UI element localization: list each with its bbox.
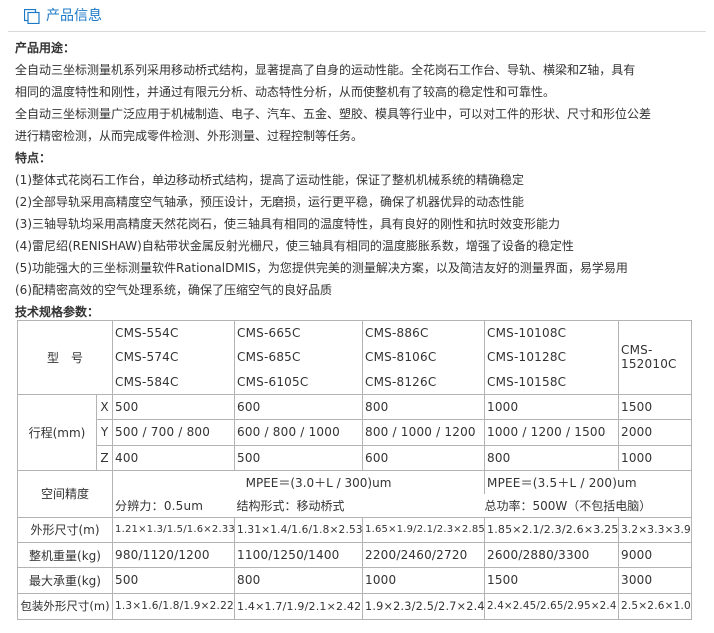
value-cell: 1.21×1.3/1.5/1.6×2.33 [112, 516, 236, 543]
row-label: 包装外形尺寸(m) [16, 592, 114, 621]
value-cell: 1500 [484, 567, 620, 594]
structure-text: 结构形式：移动桥式 [234, 493, 485, 518]
travel-cell: 1000 [484, 393, 620, 421]
feature-item: (2)全部导轨采用高精度空气轴承，预压设计，无磨损，运行更平稳，确保了机器优异的… [15, 195, 525, 209]
section-header: 产品信息 [0, 0, 714, 34]
features-heading: 特点： [15, 151, 52, 165]
value-cell: 800 [234, 567, 364, 594]
model-row: CMS-574C CMS-685C CMS-8106C CMS-10128C [18, 344, 692, 370]
section-title: 产品信息 [46, 8, 102, 24]
value-cell: 2.5×2.6×1.0 [618, 592, 693, 621]
axis-label: X [95, 393, 114, 421]
resolution-text: 分辨力：0.5um [112, 493, 235, 518]
axis-label: Z [95, 444, 114, 471]
value-cell: 1.65×1.9/2.1/2.3×2.85 [362, 516, 486, 543]
travel-cell: 800 [362, 393, 486, 421]
travel-label: 行程(mm) [17, 393, 97, 471]
feature-item: (6)配精密高效的空气处理系统，确保了压缩空气的良好品质 [15, 283, 333, 297]
model-row: 型 号 CMS-554C CMS-665C CMS-886C CMS-10108… [16, 319, 693, 395]
travel-cell: 1500 [618, 393, 693, 421]
feature-item: (1)整体式花岗石工作台，单边移动桥式结构，提高了运动性能，保证了整机机械系统的… [15, 173, 525, 187]
travel-cell: 2000 [618, 419, 693, 446]
model-cell: CMS-554C [112, 319, 236, 345]
feature-item: (3)三轴导轨均采用高精度天然花岗石，使三轴具有相同的温度特性，具有良好的刚性和… [15, 217, 561, 231]
model-cell: CMS-574C [112, 344, 236, 370]
value-cell: 1.4×1.7/1.9/2.1×2.42 [234, 592, 364, 621]
travel-cell: 500 [112, 393, 236, 421]
travel-cell: 600 [362, 444, 486, 471]
value-cell: 1000 [362, 567, 486, 594]
accuracy-row: 空间精度 MPEE＝(3.0＋L / 300)um MPEE＝(3.5＋L / … [16, 469, 693, 518]
spec-table: 型 号 CMS-554C CMS-665C CMS-886C CMS-10108… [16, 319, 693, 621]
value-cell: 2600/2880/3300 [484, 541, 620, 569]
model-cell: CMS-886C [362, 319, 486, 345]
square-stack-icon [24, 9, 40, 24]
spec-row: 外形尺寸(m) 1.21×1.3/1.5/1.6×2.33 1.31×1.4/1… [16, 516, 693, 543]
spec-row: 最大承重(kg) 500 800 1000 1500 3000 [16, 567, 693, 594]
model-cell: CMS-8106C [362, 344, 486, 370]
model-last-line: CMS- [621, 343, 653, 358]
model-cell: CMS-8126C [362, 369, 486, 395]
product-info-page: 产品信息 产品用途： 全自动三坐标测量机系列采用移动桥式结构，显著提高了自身的运… [0, 0, 714, 633]
row-label: 外形尺寸(m) [16, 516, 114, 543]
travel-cell: 800 / 1000 / 1200 [362, 419, 486, 446]
model-cell: CMS-10128C [484, 344, 620, 370]
model-cell: CMS-10108C [484, 319, 620, 345]
model-cell: CMS-685C [234, 344, 364, 370]
travel-cell: 1000 / 1200 / 1500 [484, 419, 620, 446]
value-cell: 3.2×3.3×3.9 [618, 516, 693, 543]
value-cell: 1.9×2.3/2.5/2.7×2.4 [362, 592, 486, 621]
travel-cell: 500 [234, 444, 364, 471]
usage-line: 全自动三坐标测量机系列采用移动桥式结构，显著提高了自身的运动性能。全花岗石工作台… [15, 63, 636, 77]
usage-line: 全自动三坐标测量广泛应用于机械制造、电子、汽车、五金、塑胶、模具等行业中，可以对… [15, 107, 652, 121]
value-cell: 1.31×1.4/1.6/1.8×2.53 [234, 516, 364, 543]
spec-row: 包装外形尺寸(m) 1.3×1.6/1.8/1.9×2.22 1.4×1.7/1… [16, 592, 693, 621]
row-label: 整机重量(kg) [16, 541, 114, 569]
mpee-left: MPEE＝(3.0＋L / 300)um [112, 469, 486, 494]
travel-row-z: Z 400 500 600 800 1000 [18, 444, 693, 471]
mpee-right: MPEE＝(3.5＋L / 200)um [484, 469, 693, 494]
model-row: CMS-584C CMS-6105C CMS-8126C CMS-10158C [18, 369, 692, 395]
value-cell: 9000 [618, 541, 693, 569]
axis-label: Y [95, 419, 114, 446]
accuracy-label: 空间精度 [16, 469, 114, 518]
travel-row-x: 行程(mm) X 500 600 800 1000 1500 [17, 393, 693, 471]
accuracy-detail-row: 分辨力：0.5um 结构形式：移动桥式 总功率：500W（不包括电脑） [18, 493, 693, 518]
model-label: 型 号 [16, 320, 114, 395]
feature-item: (5)功能强大的三坐标测量软件RationalDMIS，为您提供完美的测量解决方… [15, 261, 628, 275]
usage-line: 相同的温度特性和刚性，并通过有限元分析、动态特性分析，从而使整机有了较高的稳定性… [15, 85, 556, 99]
model-cell: CMS-665C [234, 319, 364, 345]
travel-cell: 800 [484, 444, 620, 471]
product-description: 产品用途： 全自动三坐标测量机系列采用移动桥式结构，显著提高了自身的运动性能。全… [15, 37, 705, 323]
travel-cell: 600 / 800 / 1000 [234, 419, 364, 446]
model-cell-last: CMS- 152010C [618, 320, 693, 395]
value-cell: 500 [112, 567, 236, 594]
value-cell: 2.4×2.45/2.65/2.95×2.4 [484, 592, 620, 621]
header-divider [8, 31, 706, 32]
value-cell: 1100/1250/1400 [234, 541, 364, 569]
spec-row: 整机重量(kg) 980/1120/1200 1100/1250/1400 22… [16, 541, 693, 569]
travel-row-y: Y 500 / 700 / 800 600 / 800 / 1000 800 /… [18, 419, 693, 446]
feature-item: (4)雷尼绍(RENISHAW)自粘带状金属反射光栅尺，使三轴具有相同的温度膨胀… [15, 239, 574, 253]
model-cell: CMS-584C [112, 369, 236, 395]
value-cell: 1.85×2.1/2.3/2.6×3.25 [484, 516, 620, 543]
value-cell: 1.3×1.6/1.8/1.9×2.22 [112, 592, 236, 621]
travel-cell: 1000 [618, 444, 693, 471]
value-cell: 3000 [618, 567, 693, 594]
value-cell: 2200/2460/2720 [362, 541, 486, 569]
travel-cell: 600 [234, 393, 364, 421]
travel-cell: 400 [112, 444, 236, 471]
power-text: 总功率：500W（不包括电脑） [484, 493, 693, 518]
usage-heading: 产品用途： [15, 41, 76, 55]
model-cell: CMS-10158C [484, 369, 620, 395]
value-cell: 980/1120/1200 [112, 541, 236, 569]
row-label: 最大承重(kg) [16, 567, 114, 594]
travel-cell: 500 / 700 / 800 [112, 419, 236, 446]
usage-line: 进行精密检测，从而完成零件检测、外形测量、过程控制等任务。 [15, 129, 364, 143]
model-last-line: 152010C [621, 357, 677, 372]
model-cell: CMS-6105C [234, 369, 364, 395]
